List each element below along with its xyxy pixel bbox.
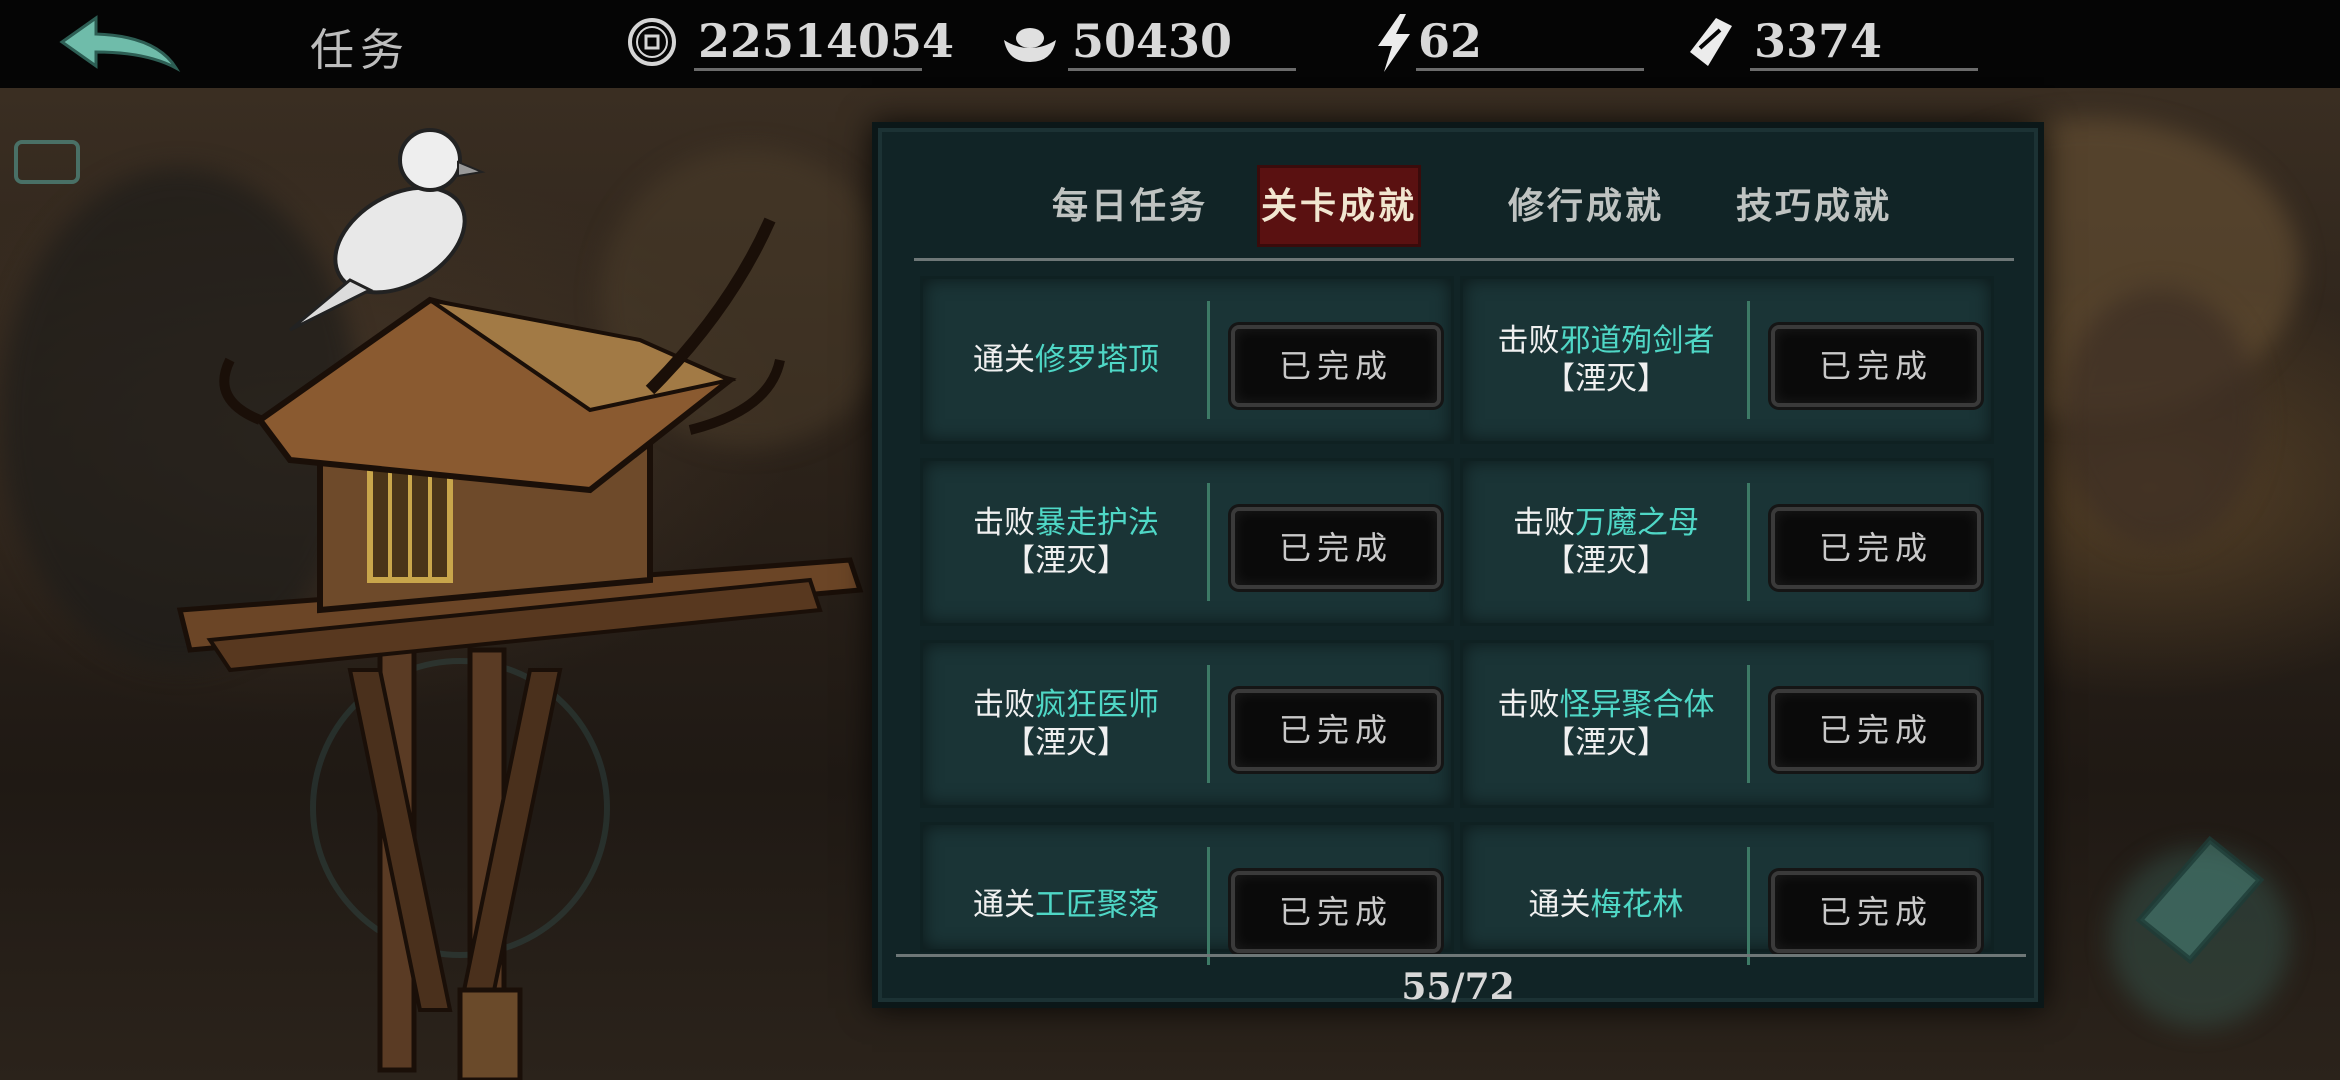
ingot-underline <box>1068 68 1296 71</box>
task-prefix: 通关 <box>973 342 1035 378</box>
task-difficulty: 【湮灭】 <box>1544 361 1668 397</box>
task-target: 邪道殉剑者 <box>1559 323 1715 359</box>
task-target: 疯狂医师 <box>1035 687 1159 723</box>
ticket-value: 3374 <box>1754 14 1883 68</box>
card-divider <box>1747 483 1750 601</box>
task-difficulty: 【湮灭】 <box>1004 543 1128 579</box>
task-prefix: 击败 <box>973 687 1035 723</box>
task-card: 通关工匠聚落 已完成 <box>920 822 1454 965</box>
card-divider <box>1747 847 1750 965</box>
card-divider <box>1207 665 1210 783</box>
task-description: 击败邪道殉剑者 【湮灭】 <box>1463 279 1749 441</box>
completed-button[interactable]: 已完成 <box>1231 325 1441 407</box>
chat-bubble-icon[interactable] <box>14 140 80 184</box>
completed-button[interactable]: 已完成 <box>1771 871 1981 953</box>
task-difficulty: 【湮灭】 <box>1004 725 1128 761</box>
coin-value: 22514054 <box>698 14 955 68</box>
resource-coins: 22514054 <box>626 6 954 72</box>
completed-button[interactable]: 已完成 <box>1231 507 1441 589</box>
task-card: 通关梅花林 已完成 <box>1460 822 1994 965</box>
task-description: 击败暴走护法 【湮灭】 <box>923 461 1209 623</box>
task-prefix: 通关 <box>1528 887 1591 923</box>
task-prefix: 击败 <box>973 505 1035 541</box>
bottom-divider <box>896 954 2026 957</box>
card-divider <box>1207 847 1210 965</box>
task-card: 击败暴走护法 【湮灭】 已完成 <box>920 458 1454 626</box>
resource-tickets: 3374 <box>1680 6 1980 72</box>
top-bar: 任务 22514054 50430 62 3374 <box>0 0 2340 88</box>
ingot-icon <box>1004 28 1056 62</box>
task-card: 击败怪异聚合体 【湮灭】 已完成 <box>1460 640 1994 808</box>
ticket-underline <box>1750 68 1978 71</box>
resource-ingots: 50430 <box>1000 6 1300 72</box>
card-divider <box>1747 665 1750 783</box>
task-target: 万魔之母 <box>1575 505 1699 541</box>
task-prefix: 击败 <box>1497 687 1560 723</box>
progress-counter: 55/72 <box>1401 966 1515 1008</box>
task-target: 梅花林 <box>1590 887 1684 923</box>
pigeon-house-illustration <box>176 128 864 1080</box>
tab-stage-achievements[interactable]: 关卡成就 <box>1260 168 1418 244</box>
back-button[interactable] <box>56 12 186 76</box>
task-card: 击败疯狂医师 【湮灭】 已完成 <box>920 640 1454 808</box>
task-prefix: 击败 <box>1513 505 1575 541</box>
task-description: 通关修罗塔顶 <box>923 279 1209 441</box>
resource-energy: 62 <box>1366 6 1666 72</box>
card-divider <box>1747 301 1750 419</box>
task-prefix: 通关 <box>973 887 1035 923</box>
ticket-icon <box>1690 18 1732 66</box>
tab-bar: 每日任务 关卡成就 修行成就 技巧成就 <box>908 168 2018 248</box>
energy-underline <box>1416 68 1644 71</box>
completed-button[interactable]: 已完成 <box>1771 689 1981 771</box>
task-card: 通关修罗塔顶 已完成 <box>920 276 1454 444</box>
task-description: 通关工匠聚落 <box>923 825 1209 985</box>
card-divider <box>1207 301 1210 419</box>
tab-divider <box>914 258 2014 261</box>
task-description: 击败怪异聚合体 【湮灭】 <box>1463 643 1749 805</box>
task-prefix: 击败 <box>1497 323 1560 359</box>
ingot-value: 50430 <box>1072 14 1233 68</box>
tab-daily-tasks[interactable]: 每日任务 <box>1044 168 1216 244</box>
task-target: 暴走护法 <box>1035 505 1159 541</box>
tab-skill-achievements[interactable]: 技巧成就 <box>1728 168 1900 244</box>
completed-button[interactable]: 已完成 <box>1231 689 1441 771</box>
task-target: 怪异聚合体 <box>1559 687 1715 723</box>
tab-training-achievements[interactable]: 修行成就 <box>1500 168 1672 244</box>
task-description: 击败疯狂医师 【湮灭】 <box>923 643 1209 805</box>
back-arrow-icon <box>59 15 181 72</box>
scroll-icon[interactable] <box>2120 830 2270 980</box>
task-panel: 每日任务 关卡成就 修行成就 技巧成就 通关修罗塔顶 已完成 击败邪道殉剑者 【… <box>872 122 2044 1008</box>
task-card: 击败万魔之母 【湮灭】 已完成 <box>1460 458 1994 626</box>
task-difficulty: 【湮灭】 <box>1544 725 1668 761</box>
completed-button[interactable]: 已完成 <box>1771 507 1981 589</box>
coin-underline <box>694 68 922 71</box>
completed-button[interactable]: 已完成 <box>1231 871 1441 953</box>
task-card: 击败邪道殉剑者 【湮灭】 已完成 <box>1460 276 1994 444</box>
page-title: 任务 <box>310 25 410 76</box>
task-difficulty: 【湮灭】 <box>1544 543 1668 579</box>
task-description: 通关梅花林 <box>1463 825 1749 985</box>
energy-value: 62 <box>1418 14 1483 68</box>
completed-button[interactable]: 已完成 <box>1771 325 1981 407</box>
task-target: 工匠聚落 <box>1035 887 1159 923</box>
card-divider <box>1207 483 1210 601</box>
task-target: 修罗塔顶 <box>1035 342 1159 378</box>
lightning-icon <box>1378 14 1410 72</box>
coin-icon <box>628 18 676 66</box>
task-description: 击败万魔之母 【湮灭】 <box>1463 461 1749 623</box>
